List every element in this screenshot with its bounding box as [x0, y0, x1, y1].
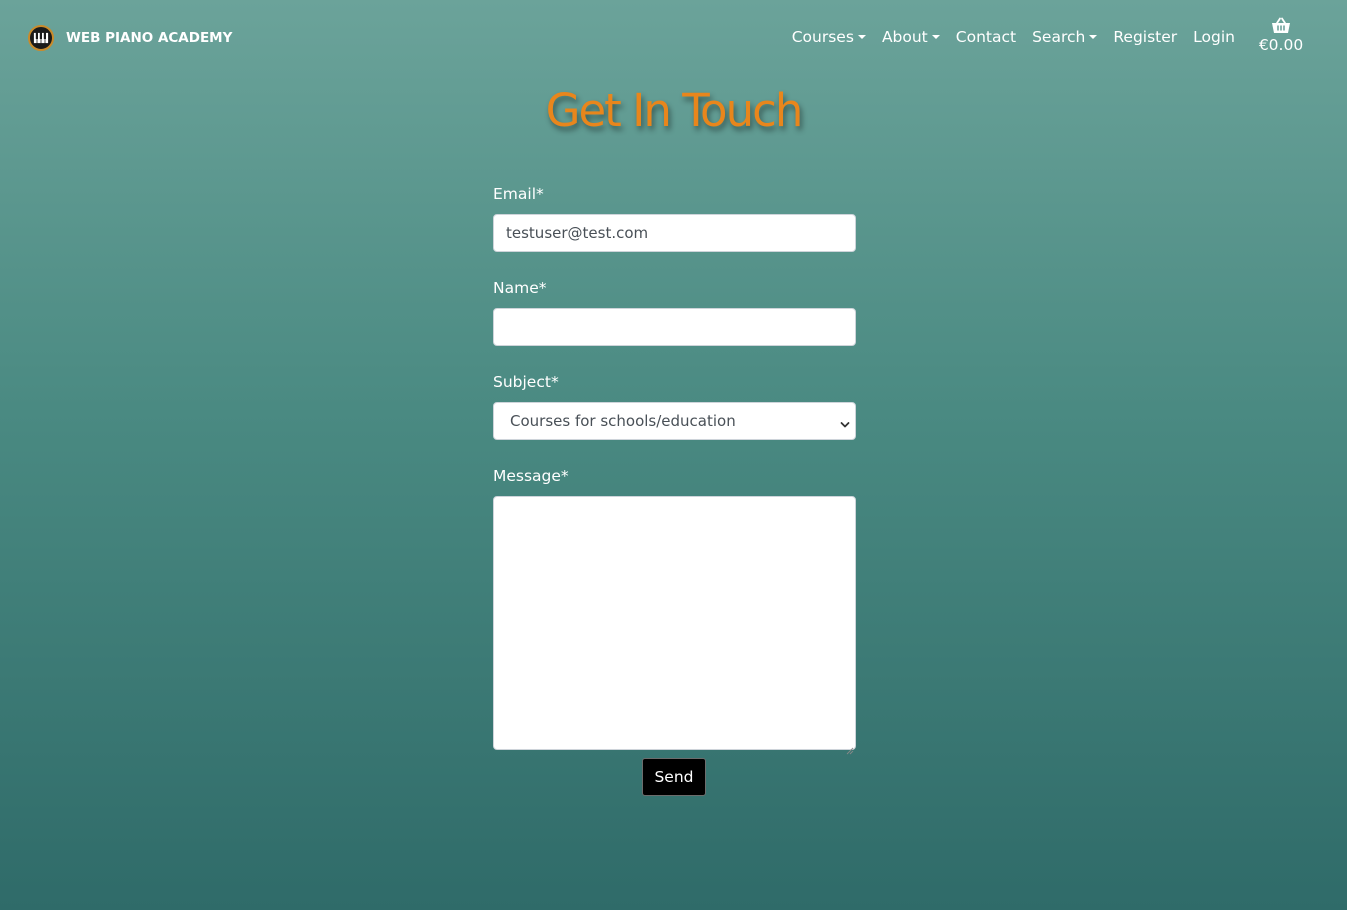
- send-button[interactable]: Send: [642, 758, 706, 796]
- nav-contact-label: Contact: [955, 28, 1017, 46]
- caret-down-icon: [1089, 35, 1098, 39]
- nav-contact[interactable]: Contact: [956, 28, 1016, 46]
- nav-courses[interactable]: Courses: [792, 28, 866, 46]
- nav-register-label: Register: [1113, 28, 1178, 46]
- basket-icon: [1271, 17, 1291, 34]
- navbar: WEB PIANO ACADEMY Courses About Contact …: [0, 0, 1347, 78]
- cart-total: €0.00: [1258, 36, 1304, 54]
- subject-selected-value: Courses for schools/education: [493, 402, 856, 440]
- nav-links: Courses About Contact Search Register Lo…: [776, 28, 1235, 46]
- page-title: Get In Touch: [545, 84, 804, 137]
- nav-courses-label: Courses: [791, 28, 854, 46]
- message-field[interactable]: [493, 496, 856, 750]
- name-label: Name*: [493, 279, 547, 297]
- caret-down-icon: [931, 35, 940, 39]
- nav-search-label: Search: [1032, 28, 1086, 46]
- nav-about[interactable]: About: [882, 28, 940, 46]
- nav-about-label: About: [881, 28, 928, 46]
- nav-login[interactable]: Login: [1193, 28, 1235, 46]
- subject-select[interactable]: Courses for schools/education: [493, 402, 856, 440]
- cart-link[interactable]: €0.00: [1257, 17, 1305, 54]
- contact-form: Email* Name* Subject* Courses for school…: [493, 182, 856, 755]
- nav-login-label: Login: [1193, 28, 1235, 46]
- email-field[interactable]: [493, 214, 856, 252]
- nav-search[interactable]: Search: [1032, 28, 1098, 46]
- name-field[interactable]: [493, 308, 856, 346]
- chevron-down-icon: [840, 415, 850, 428]
- brand-name: WEB PIANO ACADEMY: [66, 30, 233, 46]
- nav-register[interactable]: Register: [1113, 28, 1177, 46]
- piano-keys-icon: [28, 25, 54, 51]
- subject-label: Subject*: [493, 373, 559, 391]
- brand-link[interactable]: WEB PIANO ACADEMY: [28, 25, 232, 51]
- resize-handle-icon[interactable]: [846, 740, 854, 755]
- email-label: Email*: [493, 185, 544, 203]
- caret-down-icon: [857, 35, 866, 39]
- message-label: Message*: [493, 467, 569, 485]
